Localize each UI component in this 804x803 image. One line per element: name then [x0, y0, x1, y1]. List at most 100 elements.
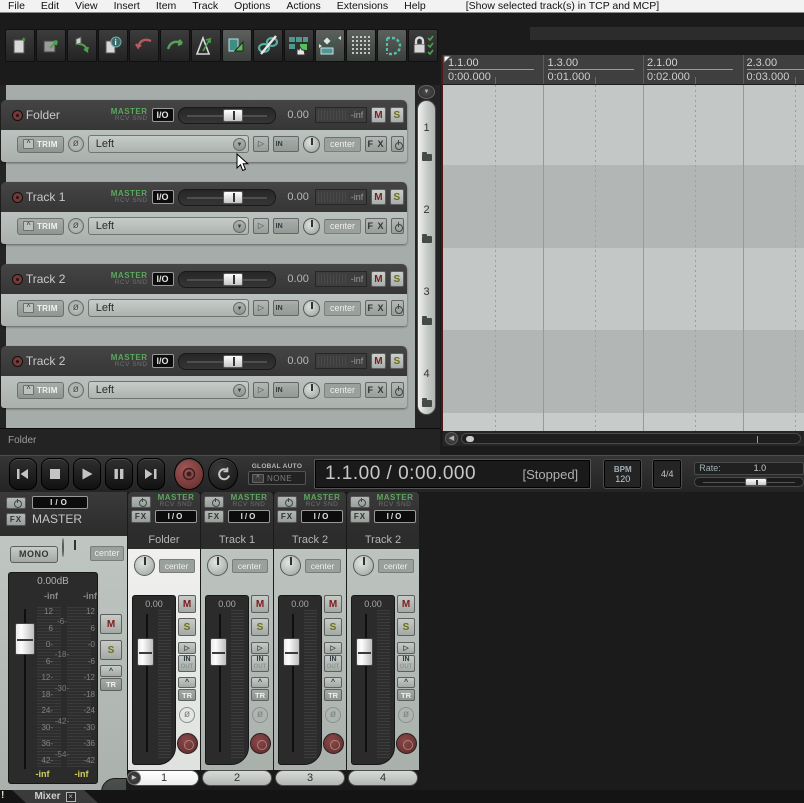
- strip-monitor-button[interactable]: ▷: [397, 642, 415, 654]
- fx-button[interactable]: F X: [365, 300, 387, 316]
- strip-fx-button[interactable]: FX: [350, 510, 370, 523]
- record-arm-button[interactable]: [13, 192, 22, 202]
- track-power-button[interactable]: [391, 382, 404, 398]
- record-monitor-button[interactable]: ▷: [253, 382, 269, 398]
- strip-number-tab[interactable]: 2: [202, 770, 272, 786]
- strip-record-arm-button[interactable]: [177, 733, 198, 754]
- strip-io-button[interactable]: I/O: [155, 510, 197, 523]
- hscroll-track[interactable]: [461, 433, 801, 444]
- strip-env-button[interactable]: ^: [324, 677, 342, 688]
- strip-record-arm-button[interactable]: [396, 733, 417, 754]
- master-io-button[interactable]: I/O: [32, 496, 88, 509]
- record-input-selector[interactable]: Left ▼: [87, 299, 249, 317]
- master-trim-button[interactable]: TR: [100, 678, 122, 691]
- pan-knob[interactable]: [303, 217, 320, 235]
- record-monitor-button[interactable]: ▷: [253, 300, 269, 316]
- record-input-selector[interactable]: Left ▼: [87, 217, 249, 235]
- metronome-button[interactable]: [191, 29, 221, 62]
- project-settings-button[interactable]: i: [98, 29, 128, 62]
- go-to-start-button[interactable]: [9, 458, 38, 490]
- strip-fx-button[interactable]: FX: [131, 510, 151, 523]
- pause-button[interactable]: [105, 458, 134, 490]
- transport-position-display[interactable]: 1.1.00 / 0:00.000 [Stopped]: [313, 459, 592, 489]
- menu-options[interactable]: Options: [226, 0, 278, 13]
- record-input-selector[interactable]: Left ▼: [87, 135, 249, 153]
- phase-button[interactable]: ø: [67, 218, 84, 234]
- envelope-trim-button[interactable]: ^ TRIM: [17, 217, 64, 235]
- strip-solo-button[interactable]: S: [178, 618, 196, 636]
- strip-name[interactable]: Track 2: [347, 533, 419, 549]
- solo-button[interactable]: S: [389, 271, 404, 287]
- rate-slider[interactable]: [694, 476, 804, 487]
- strip-mute-button[interactable]: M: [251, 595, 269, 613]
- folder-icon[interactable]: [422, 398, 432, 407]
- solo-button[interactable]: S: [389, 353, 404, 369]
- go-to-end-button[interactable]: [137, 458, 166, 490]
- strip-mute-button[interactable]: M: [397, 595, 415, 613]
- strip-input-button[interactable]: IN OUT: [178, 655, 196, 672]
- track-lane[interactable]: [443, 165, 804, 248]
- scroll-left-button[interactable]: ◀: [445, 432, 458, 445]
- folder-icon[interactable]: [422, 234, 432, 243]
- phase-button[interactable]: ø: [67, 382, 84, 398]
- strip-env-button[interactable]: ^: [397, 677, 415, 688]
- envelope-points-button[interactable]: [315, 29, 345, 62]
- strip-mute-button[interactable]: M: [324, 595, 342, 613]
- menu-extensions[interactable]: Extensions: [329, 0, 396, 13]
- track-name[interactable]: Track 2: [26, 354, 102, 368]
- strip-input-button[interactable]: IN OUT: [397, 655, 415, 672]
- master-fader-thumb[interactable]: [15, 623, 35, 655]
- strip-trim-button[interactable]: TR: [324, 689, 342, 701]
- track-power-button[interactable]: [391, 300, 404, 316]
- stop-button[interactable]: [41, 458, 70, 490]
- track-panel[interactable]: Track 1 MASTER RCV SND I/O 0.00 -inf M S…: [1, 182, 407, 244]
- timeline-ruler[interactable]: 1.1.00 0:00.000 1.3.00 0:01.000 2.1.00 0:02.0…: [443, 55, 804, 85]
- strip-fader-thumb[interactable]: [356, 638, 373, 666]
- folder-icon[interactable]: [422, 152, 432, 161]
- mixer-strip[interactable]: MASTER RCV SND FX I/O Track 1 center 0.0…: [201, 492, 273, 787]
- scroll-up-button[interactable]: ▼: [418, 85, 435, 99]
- mixer-strip[interactable]: MASTER RCV SND FX I/O Track 2 center 0.0…: [274, 492, 346, 787]
- mixer-strip[interactable]: MASTER RCV SND FX I/O Folder center 0.00: [128, 492, 200, 787]
- input-mode-button[interactable]: IN OUT: [273, 136, 299, 152]
- strip-io-button[interactable]: I/O: [228, 510, 270, 523]
- mute-button[interactable]: M: [371, 271, 386, 287]
- strip-pan-knob[interactable]: [133, 555, 155, 576]
- strip-io-button[interactable]: I/O: [374, 510, 416, 523]
- strip-phase-button[interactable]: ø: [179, 707, 195, 723]
- strip-pan-knob[interactable]: [279, 555, 301, 576]
- fx-button[interactable]: F X: [365, 136, 387, 152]
- input-mode-button[interactable]: IN OUT: [273, 218, 299, 234]
- strip-env-button[interactable]: ^: [178, 677, 196, 688]
- menu-file[interactable]: File: [0, 0, 33, 13]
- mute-button[interactable]: M: [371, 189, 386, 205]
- record-input-selector[interactable]: Left ▼: [87, 381, 249, 399]
- record-arm-button[interactable]: [13, 356, 22, 366]
- new-project-button[interactable]: *: [5, 29, 35, 62]
- strip-fader-thumb[interactable]: [137, 638, 154, 666]
- save-project-button[interactable]: [67, 29, 97, 62]
- menu-view[interactable]: View: [67, 0, 106, 13]
- strip-monitor-button[interactable]: ▷: [251, 642, 269, 654]
- strip-mute-button[interactable]: M: [178, 595, 196, 613]
- strip-name[interactable]: Track 2: [274, 533, 346, 549]
- play-button[interactable]: [73, 458, 102, 490]
- master-env-button[interactable]: ^: [100, 665, 122, 677]
- track-panel[interactable]: Track 2 MASTER RCV SND I/O 0.00 -inf M S…: [1, 346, 407, 408]
- master-fx-button[interactable]: FX: [6, 512, 26, 526]
- horizontal-scrollbar[interactable]: ◀: [443, 431, 804, 446]
- strip-trim-button[interactable]: TR: [178, 689, 196, 701]
- strip-pan-knob[interactable]: [352, 555, 374, 576]
- track-name[interactable]: Track 1: [26, 190, 102, 204]
- strip-io-button[interactable]: I/O: [301, 510, 343, 523]
- track-name[interactable]: Track 2: [26, 272, 102, 286]
- io-button[interactable]: I/O: [151, 272, 174, 286]
- volume-fader-thumb[interactable]: [223, 190, 244, 204]
- record-monitor-button[interactable]: ▷: [253, 218, 269, 234]
- master-pan-knob[interactable]: [62, 538, 88, 565]
- track-lane[interactable]: [443, 248, 804, 330]
- strip-power-button[interactable]: [131, 495, 151, 508]
- mixer-menu-button[interactable]: ▶: [127, 771, 141, 785]
- track-panel[interactable]: Folder MASTER RCV SND I/O 0.00 -inf M S …: [1, 100, 407, 162]
- mute-button[interactable]: M: [371, 107, 386, 123]
